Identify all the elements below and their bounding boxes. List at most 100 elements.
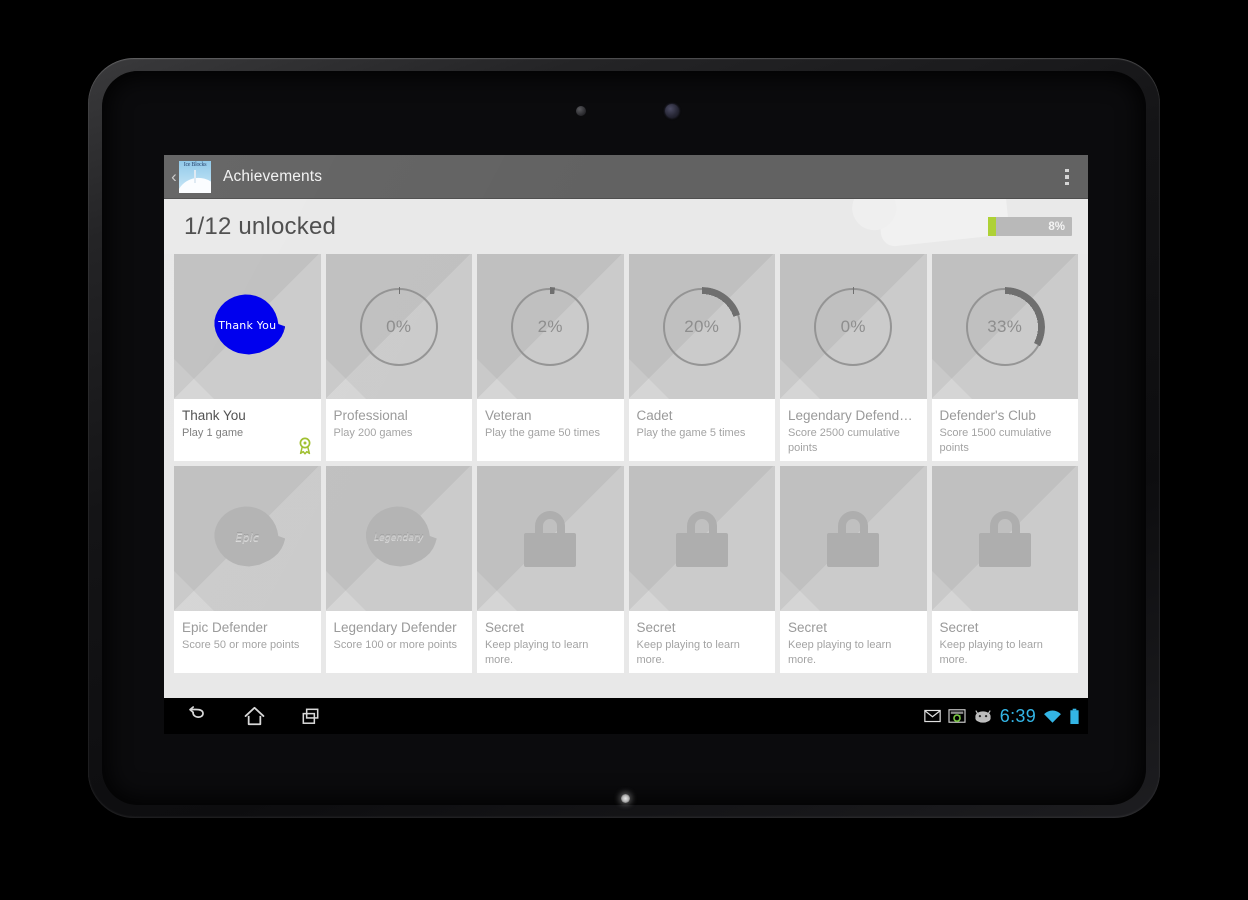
progress-ring-label: 33% <box>987 316 1023 336</box>
achievement-description: Play 1 game <box>182 427 244 439</box>
achievement-info: Secret Keep playing to learn more. <box>780 611 927 673</box>
status-bar-icons: 6:39 <box>924 706 1080 727</box>
achievement-badge-icon: Legendary <box>365 506 437 567</box>
achievement-badge-icon: Epic <box>214 506 286 567</box>
achievement-badge-text: Legendary <box>373 532 424 543</box>
achievement-art: Thank You <box>174 254 321 399</box>
overflow-dot-3 <box>1065 181 1069 186</box>
achievement-title: Veteran <box>485 408 532 423</box>
achievement-tile[interactable]: Legendary Legendary Defender Score 100 or … <box>325 466 472 673</box>
achievement-title: Secret <box>939 620 979 635</box>
notification-led-icon <box>621 794 630 803</box>
achievement-description: Play 200 games <box>333 427 413 439</box>
system-navigation-bar: 6:39 <box>164 698 1088 734</box>
achievement-title: Legendary Defende… <box>788 408 919 423</box>
action-bar: ‹ Ice Blocks Achievements <box>164 155 1088 199</box>
app-logo-icon[interactable]: Ice Blocks <box>179 160 211 193</box>
achievement-description: Score 100 or more points <box>333 639 458 651</box>
achievement-info: Epic Defender Score 50 or more points <box>174 611 321 673</box>
achievements-grid: Thank You Thank You Play 1 game 0% Professio… <box>164 254 1088 673</box>
achievement-info: Thank You Play 1 game <box>174 399 321 461</box>
achievement-art: 2% <box>477 254 624 399</box>
achievement-tile[interactable]: Secret Keep playing to learn more. <box>780 466 927 673</box>
ambient-light-sensor-icon <box>665 104 679 118</box>
lock-body <box>675 532 728 567</box>
achievement-badge-icon: Thank You <box>214 294 286 355</box>
page-title: Achievements <box>223 167 323 185</box>
achievement-info: Legendary Defender Score 100 or more poin… <box>325 611 472 673</box>
award-ribbon-icon <box>297 437 313 455</box>
home-icon[interactable] <box>226 698 282 734</box>
status-clock: 6:39 <box>999 705 1036 726</box>
gmail-icon[interactable] <box>924 709 941 723</box>
achievement-info: Professional Play 200 games <box>325 399 472 461</box>
achievement-badge-text: Epic <box>235 531 260 545</box>
achievement-title: Thank You <box>182 408 246 423</box>
achievement-tile[interactable]: 2% Veteran Play the game 50 times <box>477 254 624 461</box>
achievement-tile[interactable]: 33% Defender's Club Score 1500 cumulative … <box>931 254 1078 461</box>
achievement-description: Play the game 5 times <box>636 427 746 439</box>
overflow-dot-2 <box>1065 175 1069 179</box>
achievement-art: Epic <box>174 466 321 611</box>
progress-ring: 20% <box>661 286 742 367</box>
overall-progress-fill <box>988 217 996 236</box>
progress-ring: 0% <box>813 286 894 367</box>
progress-ring-label: 2% <box>537 316 563 336</box>
achievement-art: Legendary <box>325 466 472 611</box>
progress-ring-label: 0% <box>386 316 412 336</box>
lock-body <box>827 532 880 567</box>
lock-icon <box>675 510 728 567</box>
achievement-art <box>628 466 775 611</box>
app-logo-glyph: Ice Blocks <box>183 161 207 168</box>
battery-full-icon[interactable] <box>1069 708 1080 725</box>
achievement-art <box>477 466 624 611</box>
lock-icon <box>978 510 1031 567</box>
achievement-art: 20% <box>628 254 775 399</box>
achievement-info: Secret Keep playing to learn more. <box>931 611 1078 673</box>
achievement-tile[interactable]: 0% Professional Play 200 games <box>325 254 472 461</box>
achievement-tile[interactable]: Secret Keep playing to learn more. <box>931 466 1078 673</box>
achievements-header: 1/12 unlocked 8% <box>164 199 1088 254</box>
recent-apps-icon[interactable] <box>282 698 338 734</box>
lock-body <box>978 532 1031 567</box>
achievement-info: Defender's Club Score 1500 cumulative poi… <box>931 399 1078 461</box>
achievement-art: 0% <box>780 254 927 399</box>
achievement-title: Epic Defender <box>182 620 268 635</box>
back-arrow-icon[interactable] <box>170 698 226 734</box>
achievement-title: Cadet <box>636 408 673 423</box>
achievement-tile[interactable]: 20% Cadet Play the game 5 times <box>628 254 775 461</box>
achievement-title: Defender's Club <box>939 408 1036 423</box>
achievement-art: 33% <box>931 254 1078 399</box>
achievement-tile[interactable]: Secret Keep playing to learn more. <box>477 466 624 673</box>
lock-icon <box>524 510 577 567</box>
achievement-badge-text: Thank You <box>218 319 277 333</box>
achievement-title: Legendary Defender <box>333 620 457 635</box>
achievement-description: Keep playing to learn more. <box>636 639 740 666</box>
overall-progress-bar: 8% <box>988 217 1072 236</box>
achievement-description: Play the game 50 times <box>485 427 600 439</box>
wifi-icon[interactable] <box>1043 709 1062 724</box>
progress-ring: 33% <box>964 286 1045 367</box>
achievement-tile[interactable]: 0% Legendary Defende… Score 2500 cumulativ… <box>780 254 927 461</box>
achievement-title: Professional <box>333 408 408 423</box>
lock-body <box>524 532 577 567</box>
achievement-tile[interactable]: Thank You Thank You Play 1 game <box>174 254 321 461</box>
achievement-tile[interactable]: Secret Keep playing to learn more. <box>628 466 775 673</box>
overflow-dot-1 <box>1065 168 1069 173</box>
front-camera-icon <box>576 106 586 116</box>
achievement-art <box>780 466 927 611</box>
achievement-info: Secret Keep playing to learn more. <box>628 611 775 673</box>
app-logo-bar <box>194 169 196 183</box>
tablet-screen: ‹ Ice Blocks Achievements 1/12 unlocked … <box>164 155 1088 734</box>
achievement-art <box>931 466 1078 611</box>
lock-icon <box>827 510 880 567</box>
achievement-title: Secret <box>636 620 676 635</box>
screenshot-icon[interactable] <box>948 708 966 724</box>
android-head-icon[interactable] <box>973 709 993 723</box>
achievement-tile[interactable]: Epic Epic Defender Score 50 or more points <box>174 466 321 673</box>
overflow-menu-icon[interactable] <box>1046 155 1088 199</box>
achievement-title: Secret <box>788 620 828 635</box>
achievement-info: Secret Keep playing to learn more. <box>477 611 624 673</box>
achievement-description: Keep playing to learn more. <box>939 639 1043 666</box>
achievement-description: Keep playing to learn more. <box>485 639 589 666</box>
